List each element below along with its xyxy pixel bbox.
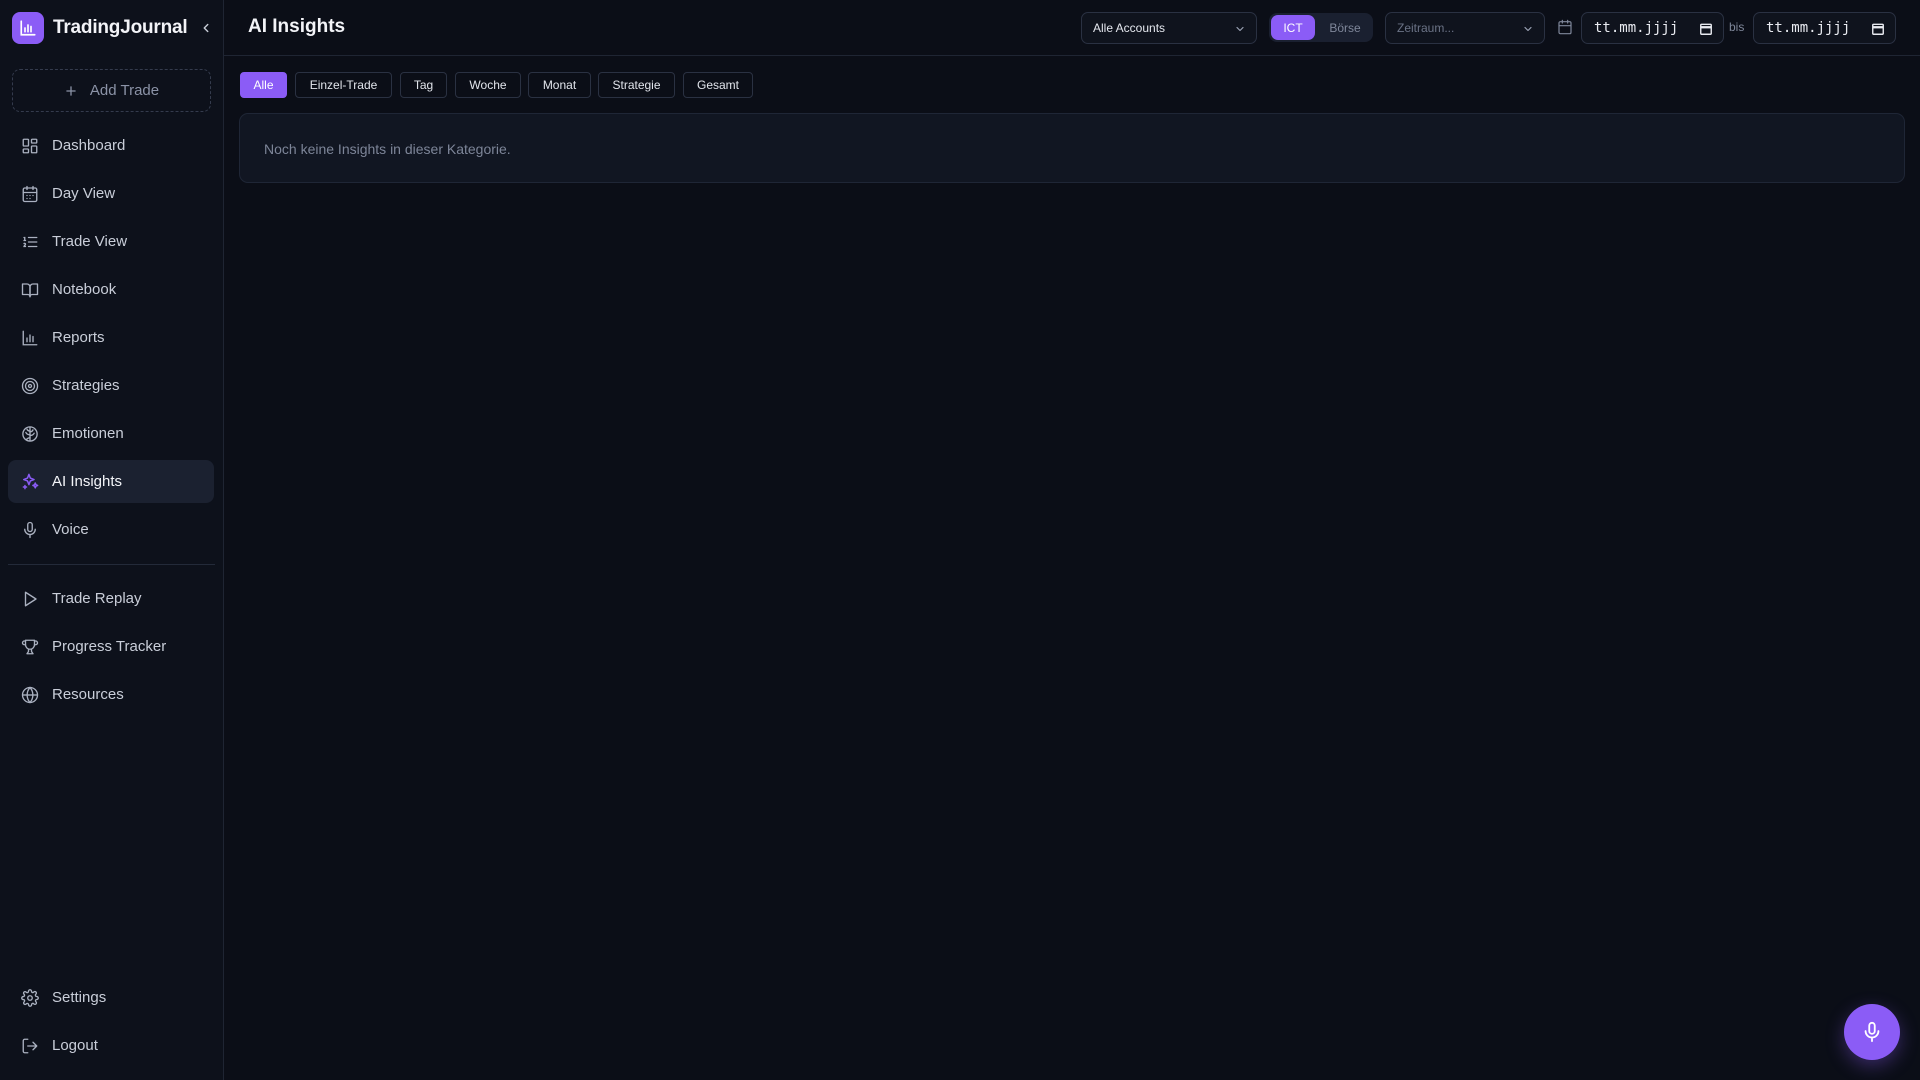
chevron-down-icon (1236, 26, 1244, 32)
page-title: AI Insights (248, 16, 346, 37)
sidebar-item-logout[interactable]: Logout (8, 1024, 214, 1067)
filter-chip-alle[interactable]: Alle (240, 72, 287, 98)
bar-chart-icon (12, 12, 44, 44)
sidebar-item-reports[interactable]: Reports (8, 316, 214, 359)
period-select[interactable]: Zeitraum... (1385, 12, 1545, 44)
gear-icon (20, 988, 40, 1008)
globe-icon (20, 685, 40, 705)
sidebar-item-label: Reports (52, 329, 105, 346)
sidebar-item-notebook[interactable]: Notebook (8, 268, 214, 311)
sidebar-item-label: Trade View (52, 233, 128, 250)
date-range-separator: bis (1729, 20, 1745, 34)
sidebar-divider (8, 564, 215, 565)
filter-chip-woche[interactable]: Woche (455, 72, 521, 98)
trophy-icon (20, 637, 40, 657)
list-ordered-icon (20, 232, 40, 252)
brand[interactable]: TradingJournal (12, 12, 212, 44)
date-to-placeholder: tt.mm.jjjj (1766, 20, 1851, 36)
log-out-icon (20, 1036, 40, 1056)
brain-icon (20, 424, 40, 444)
sidebar-item-voice[interactable]: Voice (8, 508, 214, 551)
sidebar-item-resources[interactable]: Resources (8, 673, 214, 716)
date-to-input[interactable]: tt.mm.jjjj (1753, 12, 1896, 44)
app-name: TradingJournal (53, 17, 188, 38)
filter-chip-einzel-trade[interactable]: Einzel-Trade (295, 72, 392, 98)
toggle-option-ict[interactable]: ICT (1271, 15, 1315, 40)
sidebar-item-dashboard[interactable]: Dashboard (8, 124, 214, 167)
sidebar-item-label: AI Insights (52, 473, 123, 490)
filter-chip-strategie[interactable]: Strategie (598, 72, 675, 98)
mic-icon (20, 520, 40, 540)
date-from-placeholder: tt.mm.jjjj (1594, 20, 1679, 36)
play-icon (20, 589, 40, 609)
sparkles-icon (20, 472, 40, 492)
chevron-left-icon[interactable] (198, 20, 214, 36)
sidebar-item-progress-tracker[interactable]: Progress Tracker (8, 625, 214, 668)
sidebar-item-label: Settings (52, 989, 107, 1006)
toggle-option-boerse[interactable]: Börse (1319, 15, 1371, 40)
sidebar-item-label: Resources (52, 686, 124, 703)
sidebar-item-ai-insights[interactable]: AI Insights (8, 460, 214, 503)
sidebar-item-trade-view[interactable]: Trade View (8, 220, 214, 263)
market-toggle: ICT Börse (1269, 13, 1373, 42)
calendar-picker-icon[interactable] (1871, 22, 1885, 36)
target-icon (20, 376, 40, 396)
sidebar-item-day-view[interactable]: Day View (8, 172, 214, 215)
sidebar-item-label: Notebook (52, 281, 117, 298)
calendar-icon (20, 184, 40, 204)
voice-record-button[interactable] (1844, 1004, 1900, 1060)
sidebar-item-label: Emotionen (52, 425, 124, 442)
book-open-icon (20, 280, 40, 300)
sidebar-item-label: Strategies (52, 377, 120, 394)
mic-icon (1864, 1021, 1880, 1043)
sidebar-item-label: Progress Tracker (52, 638, 167, 655)
top-bar: AI Insights Alle Accounts ICT Börse Zeit… (224, 0, 1920, 56)
accounts-select-value: Alle Accounts (1093, 21, 1166, 35)
sidebar-item-label: Trade Replay (52, 590, 142, 607)
sidebar-item-label: Dashboard (52, 137, 126, 154)
sidebar-item-emotionen[interactable]: Emotionen (8, 412, 214, 455)
empty-state-message: Noch keine Insights in dieser Kategorie. (264, 141, 511, 157)
add-trade-label: Add Trade (89, 82, 160, 99)
calendar-picker-icon[interactable] (1699, 22, 1713, 36)
plus-icon (66, 85, 76, 96)
add-trade-button[interactable]: Add Trade (12, 69, 211, 112)
sidebar-item-label: Day View (52, 185, 116, 202)
sidebar-item-label: Voice (52, 521, 89, 538)
layout-dashboard-icon (20, 136, 40, 156)
sidebar: TradingJournal Add Trade Dashboard Day V… (0, 0, 224, 1080)
sidebar-item-trade-replay[interactable]: Trade Replay (8, 577, 214, 620)
filter-chip-gesamt[interactable]: Gesamt (683, 72, 753, 98)
sidebar-item-label: Logout (52, 1037, 98, 1054)
filter-chip-tag[interactable]: Tag (400, 72, 447, 98)
accounts-select[interactable]: Alle Accounts (1081, 12, 1257, 44)
sidebar-item-settings[interactable]: Settings (8, 976, 214, 1019)
sidebar-item-strategies[interactable]: Strategies (8, 364, 214, 407)
calendar-icon (1558, 19, 1572, 35)
insights-empty-state: Noch keine Insights in dieser Kategorie. (239, 113, 1905, 183)
chevron-down-icon (1524, 26, 1532, 32)
date-from-input[interactable]: tt.mm.jjjj (1581, 12, 1724, 44)
bar-chart-icon (20, 328, 40, 348)
period-select-placeholder: Zeitraum... (1397, 21, 1455, 35)
filter-chip-monat[interactable]: Monat (528, 72, 591, 98)
